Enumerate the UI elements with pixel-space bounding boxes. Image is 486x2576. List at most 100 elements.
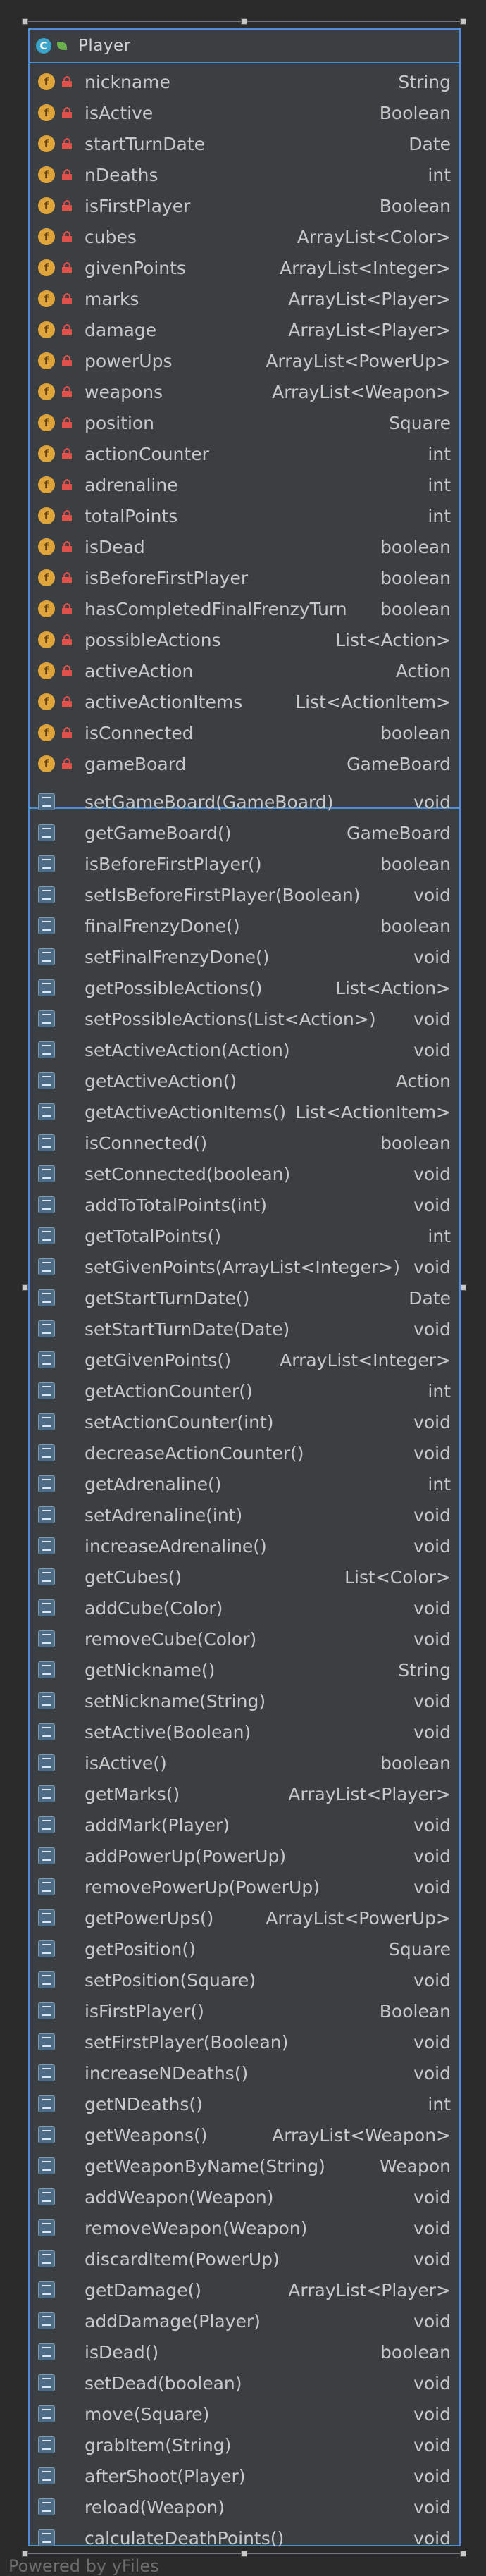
method-row[interactable]: setDead(boolean) void: [30, 2367, 459, 2398]
method-row[interactable]: setPossibleActions(List<Action>) void: [30, 1003, 459, 1034]
field-row[interactable]: f nDeaths int: [30, 159, 459, 190]
field-row[interactable]: f gameBoard GameBoard: [30, 748, 459, 779]
field-row[interactable]: f isDead boolean: [30, 531, 459, 562]
class-header[interactable]: C Player: [30, 30, 459, 63]
resize-handle-bottom-right[interactable]: [460, 2551, 466, 2557]
method-row[interactable]: getTotalPoints() int: [30, 1220, 459, 1251]
method-row[interactable]: isFirstPlayer() Boolean: [30, 1995, 459, 2026]
method-row[interactable]: move(Square) void: [30, 2398, 459, 2429]
method-row[interactable]: removeWeapon(Weapon) void: [30, 2212, 459, 2243]
field-row[interactable]: f isActive Boolean: [30, 97, 459, 128]
field-row[interactable]: f possibleActions List<Action>: [30, 624, 459, 655]
method-row[interactable]: addPowerUp(PowerUp) void: [30, 1840, 459, 1871]
method-row[interactable]: setStartTurnDate(Date) void: [30, 1313, 459, 1344]
method-row[interactable]: addMark(Player) void: [30, 1809, 459, 1840]
method-row[interactable]: setConnected(boolean) void: [30, 1158, 459, 1189]
method-row[interactable]: getWeapons() ArrayList<Weapon>: [30, 2119, 459, 2150]
method-row[interactable]: getWeaponByName(String) Weapon: [30, 2150, 459, 2181]
method-row[interactable]: afterShoot(Player) void: [30, 2460, 459, 2491]
field-row[interactable]: f isBeforeFirstPlayer boolean: [30, 562, 459, 593]
field-row[interactable]: f adrenaline int: [30, 469, 459, 500]
method-name: addDamage(Player): [85, 2310, 261, 2332]
method-row[interactable]: setPosition(Square) void: [30, 1964, 459, 1995]
method-row[interactable]: removeCube(Color) void: [30, 1623, 459, 1654]
field-row[interactable]: f hasCompletedFinalFrenzyTurn boolean: [30, 593, 459, 624]
method-row[interactable]: getGivenPoints() ArrayList<Integer>: [30, 1344, 459, 1375]
method-row[interactable]: getStartTurnDate() Date: [30, 1282, 459, 1313]
method-row[interactable]: setIsBeforeFirstPlayer(Boolean) void: [30, 879, 459, 910]
method-row[interactable]: setAdrenaline(int) void: [30, 1499, 459, 1530]
method-row[interactable]: increaseAdrenaline() void: [30, 1530, 459, 1561]
method-row[interactable]: setActiveAction(Action) void: [30, 1034, 459, 1065]
resize-handle-top-center[interactable]: [241, 18, 247, 25]
method-row[interactable]: getNickname() String: [30, 1654, 459, 1685]
method-row[interactable]: setFirstPlayer(Boolean) void: [30, 2026, 459, 2057]
field-row[interactable]: f isConnected boolean: [30, 717, 459, 748]
method-row[interactable]: getActionCounter() int: [30, 1375, 459, 1406]
method-row[interactable]: setGameBoard(GameBoard) void: [30, 786, 459, 817]
method-row[interactable]: getPowerUps() ArrayList<PowerUp>: [30, 1902, 459, 1933]
method-row[interactable]: getGameBoard() GameBoard: [30, 817, 459, 848]
method-row[interactable]: isDead() boolean: [30, 2336, 459, 2367]
class-node-player[interactable]: C Player f nickname String f isActive Boolean…: [28, 28, 461, 2549]
method-row[interactable]: getPosition() Square: [30, 1933, 459, 1964]
method-row[interactable]: isActive() boolean: [30, 1747, 459, 1778]
method-return-type: ArrayList<Player>: [288, 1783, 451, 1804]
method-row[interactable]: isBeforeFirstPlayer() boolean: [30, 848, 459, 879]
method-row[interactable]: addDamage(Player) void: [30, 2305, 459, 2336]
method-row[interactable]: getActiveAction() Action: [30, 1065, 459, 1096]
method-name: setNickname(String): [85, 1690, 266, 1711]
field-name: cubes: [85, 226, 137, 247]
field-row[interactable]: f powerUps ArrayList<PowerUp>: [30, 345, 459, 376]
method-row[interactable]: addToTotalPoints(int) void: [30, 1189, 459, 1220]
resize-handle-middle-left[interactable]: [22, 1284, 28, 1291]
method-return-type: void: [413, 946, 451, 967]
resize-handle-top-left[interactable]: [22, 18, 28, 25]
method-row[interactable]: getMarks() ArrayList<Player>: [30, 1778, 459, 1809]
field-row[interactable]: f givenPoints ArrayList<Integer>: [30, 252, 459, 283]
method-name: setAdrenaline(int): [85, 1504, 243, 1525]
resize-handle-middle-right[interactable]: [460, 1284, 466, 1291]
field-row[interactable]: f isFirstPlayer Boolean: [30, 190, 459, 221]
method-icon: [38, 1413, 55, 1430]
method-return-type: void: [413, 1256, 451, 1277]
method-row[interactable]: getDamage() ArrayList<Player>: [30, 2274, 459, 2305]
method-name: setActionCounter(int): [85, 1411, 274, 1432]
method-icon: [38, 1196, 55, 1213]
method-row[interactable]: addWeapon(Weapon) void: [30, 2181, 459, 2212]
method-row[interactable]: setActionCounter(int) void: [30, 1406, 459, 1437]
method-row[interactable]: getAdrenaline() int: [30, 1468, 459, 1499]
method-row[interactable]: reload(Weapon) void: [30, 2491, 459, 2522]
method-row[interactable]: setFinalFrenzyDone() void: [30, 941, 459, 972]
method-row[interactable]: discardItem(PowerUp) void: [30, 2243, 459, 2274]
method-row[interactable]: addCube(Color) void: [30, 1592, 459, 1623]
method-row[interactable]: decreaseActionCounter() void: [30, 1437, 459, 1468]
field-row[interactable]: f totalPoints int: [30, 500, 459, 531]
field-row[interactable]: f position Square: [30, 407, 459, 438]
resize-handle-top-right[interactable]: [460, 18, 466, 25]
field-row[interactable]: f activeAction Action: [30, 655, 459, 686]
method-row[interactable]: getActiveActionItems() List<ActionItem>: [30, 1096, 459, 1127]
method-row[interactable]: setGivenPoints(ArrayList<Integer>) void: [30, 1251, 459, 1282]
method-icon: [38, 1661, 55, 1678]
method-icon: [38, 1103, 55, 1120]
method-row[interactable]: increaseNDeaths() void: [30, 2057, 459, 2088]
field-row[interactable]: f startTurnDate Date: [30, 128, 459, 159]
method-row[interactable]: grabItem(String) void: [30, 2429, 459, 2460]
method-row[interactable]: getPossibleActions() List<Action>: [30, 972, 459, 1003]
method-row[interactable]: getNDeaths() int: [30, 2088, 459, 2119]
method-row[interactable]: finalFrenzyDone() boolean: [30, 910, 459, 941]
field-row[interactable]: f cubes ArrayList<Color>: [30, 221, 459, 252]
method-row[interactable]: getCubes() List<Color>: [30, 1561, 459, 1592]
method-row[interactable]: setActive(Boolean) void: [30, 1716, 459, 1747]
method-row[interactable]: calculateDeathPoints() void: [30, 2522, 459, 2553]
method-row[interactable]: removePowerUp(PowerUp) void: [30, 1871, 459, 1902]
method-row[interactable]: setNickname(String) void: [30, 1685, 459, 1716]
field-row[interactable]: f weapons ArrayList<Weapon>: [30, 376, 459, 407]
field-row[interactable]: f actionCounter int: [30, 438, 459, 469]
field-row[interactable]: f marks ArrayList<Player>: [30, 283, 459, 314]
field-row[interactable]: f activeActionItems List<ActionItem>: [30, 686, 459, 717]
field-row[interactable]: f damage ArrayList<Player>: [30, 314, 459, 345]
field-row[interactable]: f nickname String: [30, 66, 459, 97]
method-row[interactable]: isConnected() boolean: [30, 1127, 459, 1158]
